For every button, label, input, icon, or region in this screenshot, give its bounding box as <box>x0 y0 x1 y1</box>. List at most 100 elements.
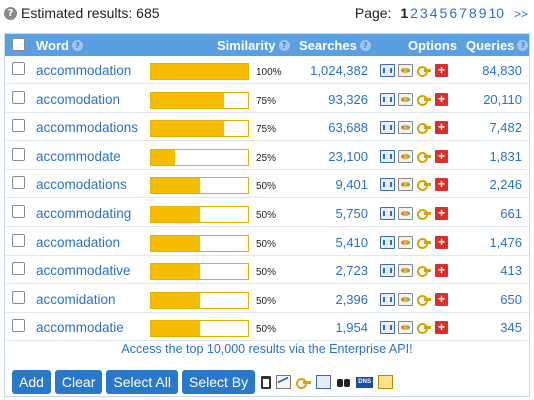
row-checkbox[interactable] <box>12 147 25 161</box>
add-icon[interactable]: + <box>435 178 448 192</box>
key-icon[interactable] <box>296 375 312 389</box>
trend-icon[interactable] <box>398 92 413 106</box>
chart-icon[interactable] <box>380 178 395 192</box>
searches-value[interactable]: 93,326 <box>328 92 368 107</box>
keys-icon[interactable] <box>416 321 432 335</box>
searches-value[interactable]: 2,396 <box>335 292 368 307</box>
keyword-link[interactable]: accomodations <box>36 177 127 192</box>
add-icon[interactable]: + <box>435 292 448 306</box>
enterprise-api-link[interactable]: Access the top 10,000 results via the En… <box>5 342 529 356</box>
select-all-button[interactable]: Select All <box>106 370 178 394</box>
searches-help-icon[interactable]: ? <box>359 40 371 51</box>
trend-icon[interactable] <box>398 321 413 335</box>
row-checkbox[interactable] <box>12 290 25 304</box>
add-icon[interactable]: + <box>435 235 448 249</box>
similarity-help-icon[interactable]: ? <box>278 40 290 51</box>
row-checkbox[interactable] <box>12 319 25 333</box>
keys-icon[interactable] <box>416 178 432 192</box>
searches-value[interactable]: 23,100 <box>328 149 368 164</box>
page-link-1[interactable]: 1 <box>400 5 408 21</box>
row-checkbox[interactable] <box>12 90 25 104</box>
graph-icon[interactable] <box>276 375 292 389</box>
keyword-link[interactable]: accomadation <box>36 235 120 250</box>
queries-value[interactable]: 2,246 <box>489 177 522 192</box>
page-link-5[interactable]: 5 <box>440 5 448 21</box>
trend-icon[interactable] <box>398 149 413 163</box>
chart-icon[interactable] <box>380 321 395 335</box>
header-word[interactable]: Word ? <box>36 38 83 53</box>
trend-icon[interactable] <box>398 121 413 135</box>
header-similarity[interactable]: Similarity ? <box>217 38 290 53</box>
page-link-3[interactable]: 3 <box>420 5 428 21</box>
chart-icon[interactable] <box>380 264 395 278</box>
add-button[interactable]: Add <box>12 370 51 394</box>
page-link-10[interactable]: 10 <box>489 5 505 21</box>
keyword-link[interactable]: accommodations <box>36 120 138 135</box>
queries-value[interactable]: 20,110 <box>483 92 522 107</box>
row-checkbox[interactable] <box>12 62 25 75</box>
trend-icon[interactable] <box>398 178 413 192</box>
dns-icon[interactable]: DNS <box>356 376 374 388</box>
searches-value[interactable]: 1,954 <box>335 320 368 335</box>
keyword-link[interactable]: accomidation <box>36 292 116 307</box>
queries-value[interactable]: 650 <box>500 292 522 307</box>
keys-icon[interactable] <box>416 121 432 135</box>
queries-value[interactable]: 1,831 <box>489 149 522 164</box>
keyword-link[interactable]: accomodation <box>36 92 120 107</box>
header-queries[interactable]: Queries ? <box>466 38 529 53</box>
keyword-link[interactable]: accommodative <box>36 263 131 278</box>
queries-value[interactable]: 661 <box>500 206 522 221</box>
add-icon[interactable]: + <box>435 264 448 278</box>
keyword-link[interactable]: accommodatie <box>36 320 124 335</box>
row-checkbox[interactable] <box>12 176 25 190</box>
move-icon[interactable] <box>316 375 332 389</box>
add-icon[interactable]: + <box>435 321 448 335</box>
queries-value[interactable]: 7,482 <box>489 120 522 135</box>
keyword-link[interactable]: accommodation <box>36 63 131 78</box>
page-link-8[interactable]: 8 <box>469 5 477 21</box>
chart-icon[interactable] <box>380 207 395 220</box>
page-link-7[interactable]: 7 <box>459 5 467 21</box>
add-icon[interactable]: + <box>435 92 448 106</box>
chart-icon[interactable] <box>380 92 395 106</box>
keyword-link[interactable]: accommodating <box>36 206 131 221</box>
add-icon[interactable]: + <box>435 207 448 220</box>
keys-icon[interactable] <box>416 293 432 306</box>
select-all-checkbox[interactable] <box>12 38 25 51</box>
select-by-button[interactable]: Select By <box>181 370 256 394</box>
word-help-icon[interactable]: ? <box>71 40 83 51</box>
queries-value[interactable]: 345 <box>500 320 522 335</box>
trend-icon[interactable] <box>398 207 413 220</box>
queries-help-icon[interactable]: ? <box>517 40 529 51</box>
chart-icon[interactable] <box>380 121 395 135</box>
trend-icon[interactable] <box>398 292 413 306</box>
trend-icon[interactable] <box>398 264 413 278</box>
chart-icon[interactable] <box>380 149 395 163</box>
binoculars-icon[interactable] <box>336 375 351 389</box>
keys-icon[interactable] <box>416 93 432 106</box>
keys-icon[interactable] <box>416 64 432 77</box>
trend-icon[interactable] <box>398 64 413 77</box>
next-page-link[interactable]: >> <box>514 7 528 21</box>
list-icon[interactable] <box>378 375 394 389</box>
searches-value[interactable]: 5,410 <box>335 235 368 250</box>
chart-icon[interactable] <box>380 292 395 306</box>
searches-value[interactable]: 5,750 <box>335 206 368 221</box>
header-searches[interactable]: Searches ? <box>299 38 371 53</box>
row-checkbox[interactable] <box>12 205 25 218</box>
trash-icon[interactable] <box>261 375 272 389</box>
row-checkbox[interactable] <box>12 233 25 247</box>
searches-value[interactable]: 63,688 <box>328 120 368 135</box>
trend-icon[interactable] <box>398 235 413 249</box>
searches-value[interactable]: 9,401 <box>335 177 368 192</box>
keys-icon[interactable] <box>416 150 432 163</box>
add-icon[interactable]: + <box>435 64 448 77</box>
page-link-4[interactable]: 4 <box>430 5 438 21</box>
queries-value[interactable]: 1,476 <box>489 235 522 250</box>
page-link-9[interactable]: 9 <box>479 5 487 21</box>
page-link-6[interactable]: 6 <box>449 5 457 21</box>
queries-value[interactable]: 84,830 <box>482 63 522 78</box>
chart-icon[interactable] <box>380 64 395 77</box>
keys-icon[interactable] <box>416 207 432 220</box>
queries-value[interactable]: 413 <box>500 263 522 278</box>
